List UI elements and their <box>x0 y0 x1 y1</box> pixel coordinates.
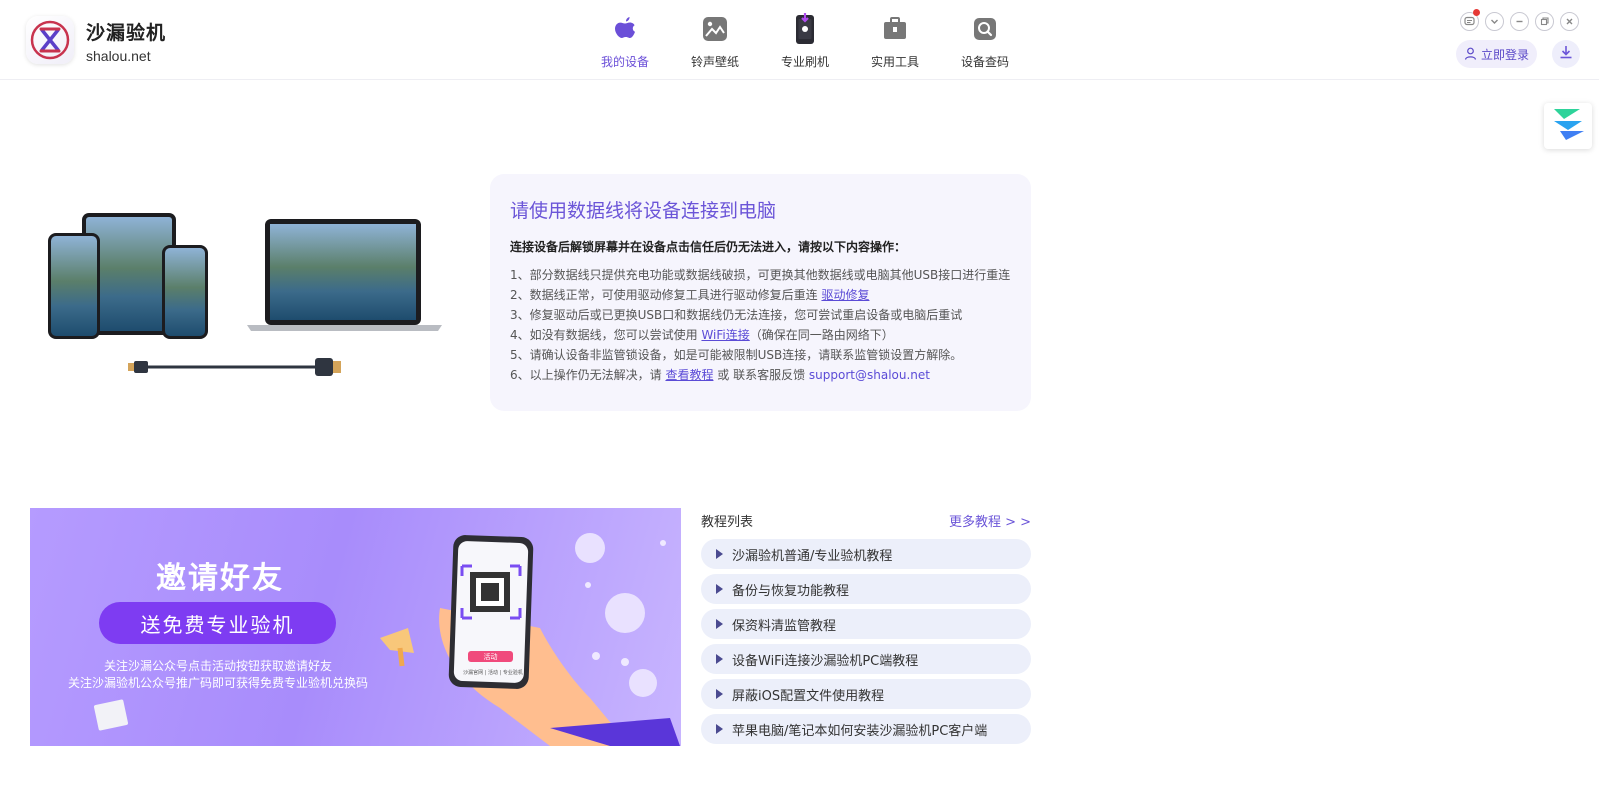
troubleshoot-item: 3、修复驱动后或已更换USB口和数据线仍无法连接，您可尝试重启设备或电脑后重试 <box>510 305 1025 325</box>
tutorial-label: 保资料清监管教程 <box>732 618 837 634</box>
troubleshoot-item: 6、以上操作仍无法解决，请 查看教程 或 联系客服反馈 support@shal… <box>510 365 1025 385</box>
nav-device-lookup[interactable]: 设备查码 <box>940 0 1030 80</box>
side-widget-button[interactable] <box>1544 103 1592 149</box>
banner-caption: 关注沙漏验机公众号推广码即可获得免费专业验机兑换码 <box>67 676 368 690</box>
app-name: 沙漏验机 <box>86 22 167 44</box>
nav-label: 铃声壁纸 <box>690 55 739 69</box>
play-arrow-icon <box>716 689 723 699</box>
shalou-widget-icon <box>1550 107 1586 145</box>
connect-subtitle: 连接设备后解锁屏幕并在设备点击信任后仍无法进入，请按以下内容操作： <box>510 240 907 254</box>
login-button[interactable]: 立即登录 <box>1456 40 1537 68</box>
troubleshoot-list: 1、部分数据线只提供充电功能或数据线破损，可更换其他数据线或电脑其他USB接口进… <box>510 265 1025 385</box>
dropdown-button[interactable] <box>1485 12 1504 31</box>
main-nav: 我的设备 铃声壁纸 专业刷机 实用工具 设备查码 <box>580 0 1030 80</box>
tutorial-item[interactable]: 沙漏验机普通/专业验机教程 <box>701 539 1031 569</box>
banner-pill: 送免费专业验机 <box>99 602 336 644</box>
tutorial-item[interactable]: 备份与恢复功能教程 <box>701 574 1031 604</box>
tutorial-label: 屏蔽iOS配置文件使用教程 <box>732 688 885 704</box>
troubleshoot-text: （确保在同一路由网络下） <box>749 328 894 342</box>
tutorial-label: 备份与恢复功能教程 <box>732 583 850 599</box>
close-button[interactable] <box>1560 12 1579 31</box>
troubleshoot-text: 4、如没有数据线，您可以尝试使用 <box>510 328 702 342</box>
search-device-icon <box>971 15 999 43</box>
nav-label: 设备查码 <box>960 55 1009 69</box>
troubleshoot-item: 1、部分数据线只提供充电功能或数据线破损，可更换其他数据线或电脑其他USB接口进… <box>510 265 1025 285</box>
login-label: 立即登录 <box>1480 47 1529 62</box>
tutorial-item[interactable]: 保资料清监管教程 <box>701 609 1031 639</box>
download-button[interactable] <box>1552 40 1580 68</box>
troubleshoot-item: 2、数据线正常，可使用驱动修复工具进行驱动修复后重连 驱动修复 <box>510 285 1025 305</box>
troubleshoot-text: 或 联系客服反馈 <box>713 368 809 382</box>
download-icon <box>1558 44 1574 64</box>
maximize-button[interactable] <box>1535 12 1554 31</box>
play-arrow-icon <box>716 724 723 734</box>
nav-label: 实用工具 <box>870 55 919 69</box>
toolbox-icon <box>881 15 909 43</box>
nav-my-device[interactable]: 我的设备 <box>580 0 670 80</box>
app-logo <box>26 16 74 64</box>
more-tutorials-link[interactable]: 更多教程 > > <box>949 511 1031 530</box>
troubleshoot-text: 1、部分数据线只提供充电功能或数据线破损，可更换其他数据线或电脑其他USB接口进… <box>510 268 1011 282</box>
tutorial-item[interactable]: 苹果电脑/笔记本如何安装沙漏验机PC客户端 <box>701 714 1031 744</box>
troubleshoot-item: 5、请确认设备非监管锁设备，如是可能被限制USB连接，请联系监管锁设置方解除。 <box>510 345 1025 365</box>
troubleshoot-item: 4、如没有数据线，您可以尝试使用 WiFi连接（确保在同一路由网络下） <box>510 325 1025 345</box>
close-icon <box>1564 12 1575 31</box>
app-domain: shalou.net <box>86 48 151 64</box>
driver-repair-link[interactable]: 驱动修复 <box>821 288 869 302</box>
nav-wallpaper[interactable]: 铃声壁纸 <box>670 0 760 80</box>
devices-illustration <box>40 205 450 385</box>
window-controls <box>1460 9 1579 31</box>
tutorial-header: 教程列表 更多教程 > > <box>701 508 1031 530</box>
apple-icon <box>611 15 639 43</box>
wallpaper-icon <box>701 15 729 43</box>
minimize-icon <box>1514 12 1525 31</box>
message-button[interactable] <box>1460 9 1480 31</box>
phone-tabs-label: 沙漏官网 | 活动 | 专业验机 <box>463 670 523 676</box>
play-arrow-icon <box>716 584 723 594</box>
wifi-connect-link[interactable]: WiFi连接 <box>701 328 749 342</box>
nav-label: 我的设备 <box>600 55 649 69</box>
minimize-button[interactable] <box>1510 12 1529 31</box>
notification-dot <box>1473 9 1480 16</box>
invite-friends-banner[interactable]: 邀请好友 送免费专业验机 关注沙漏公众号点击活动按钮获取邀请好友 关注沙漏验机公… <box>30 508 681 746</box>
nav-flash[interactable]: 专业刷机 <box>760 0 850 80</box>
tutorial-label: 沙漏验机普通/专业验机教程 <box>732 548 893 564</box>
flash-phone-icon <box>791 13 819 44</box>
support-email: support@shalou.net <box>808 368 930 382</box>
phone-activity-label: 活动 <box>483 653 498 661</box>
troubleshoot-text: 6、以上操作仍无法解决，请 <box>510 368 666 382</box>
play-arrow-icon <box>716 619 723 629</box>
tutorial-list-title: 教程列表 <box>701 515 754 530</box>
nav-tools[interactable]: 实用工具 <box>850 0 940 80</box>
play-arrow-icon <box>716 654 723 664</box>
tutorial-label: 设备WiFi连接沙漏验机PC端教程 <box>732 653 919 669</box>
nav-label: 专业刷机 <box>780 55 829 69</box>
play-arrow-icon <box>716 549 723 559</box>
troubleshoot-text: 2、数据线正常，可使用驱动修复工具进行驱动修复后重连 <box>510 288 822 302</box>
top-bar: 沙漏验机 shalou.net 我的设备 铃声壁纸 专业刷机 实用工具 设备查码… <box>0 0 1599 80</box>
connect-device-card: 请使用数据线将设备连接到电脑 连接设备后解锁屏幕并在设备点击信任后仍无法进入，请… <box>490 174 1031 411</box>
connect-title: 请使用数据线将设备连接到电脑 <box>510 200 777 222</box>
banner-caption: 关注沙漏公众号点击活动按钮获取邀请好友 <box>103 659 332 673</box>
troubleshoot-text: 5、请确认设备非监管锁设备，如是可能被限制USB连接，请联系监管锁设置方解除。 <box>510 348 963 362</box>
chevron-down-icon <box>1489 12 1500 31</box>
tutorial-item[interactable]: 设备WiFi连接沙漏验机PC端教程 <box>701 644 1031 674</box>
troubleshoot-text: 3、修复驱动后或已更换USB口和数据线仍无法连接，您可尝试重启设备或电脑后重试 <box>510 308 963 322</box>
restore-icon <box>1539 12 1550 31</box>
tutorial-item[interactable]: 屏蔽iOS配置文件使用教程 <box>701 679 1031 709</box>
user-icon <box>1464 45 1477 64</box>
banner-title: 邀请好友 <box>156 561 284 596</box>
tutorial-label: 苹果电脑/笔记本如何安装沙漏验机PC客户端 <box>732 723 988 739</box>
banner-pill-label: 送免费专业验机 <box>140 612 295 637</box>
view-tutorial-link[interactable]: 查看教程 <box>665 368 713 382</box>
